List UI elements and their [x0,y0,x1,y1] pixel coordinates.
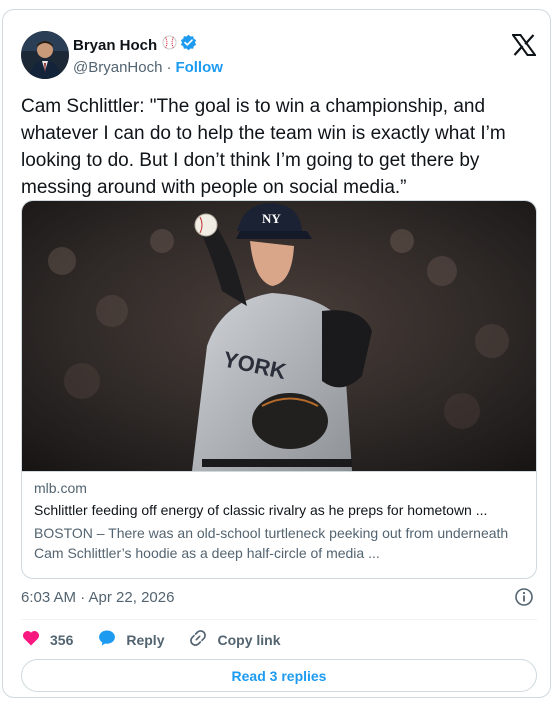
author-handle[interactable]: @BryanHoch [73,59,162,76]
tweet-text: Cam Schlittler: "The goal is to win a ch… [21,96,506,198]
copy-link-label: Copy link [217,632,281,648]
divider [21,619,537,620]
like-button[interactable]: 356 [21,628,73,653]
info-icon[interactable] [514,587,534,607]
read-replies-button[interactable]: Read 3 replies [21,659,537,692]
tweet-card: Bryan Hoch @BryanHoch · Follow Cam Schli… [2,9,551,698]
copy-link-button[interactable]: Copy link [188,628,281,653]
svg-text:NY: NY [262,211,281,226]
heart-icon [21,628,41,653]
baseball-icon [162,35,177,55]
verified-badge-icon [180,34,197,56]
action-bar: 356 Reply Copy link [21,628,305,652]
link-domain: mlb.com [34,480,87,496]
avatar[interactable] [21,31,69,79]
author-name[interactable]: Bryan Hoch [73,37,157,54]
tweet-timestamp[interactable]: 6:03 AM · Apr 22, 2026 [21,589,174,606]
link-title[interactable]: Schlittler feeding off energy of classic… [34,502,524,518]
link-preview-card[interactable]: NY YORK mlb.com Schlittler feeding off e… [21,200,537,579]
reply-bubble-icon [97,628,117,653]
link-description: BOSTON – There was an old-school turtlen… [34,525,509,561]
like-count: 356 [50,632,74,648]
reply-label: Reply [126,632,165,648]
link-preview-image: NY YORK [22,201,536,471]
x-logo-icon[interactable] [511,34,537,56]
link-icon [188,628,208,653]
handle-separator: · [166,59,172,76]
reply-button[interactable]: Reply [97,628,164,653]
follow-button[interactable]: Follow [175,59,223,76]
